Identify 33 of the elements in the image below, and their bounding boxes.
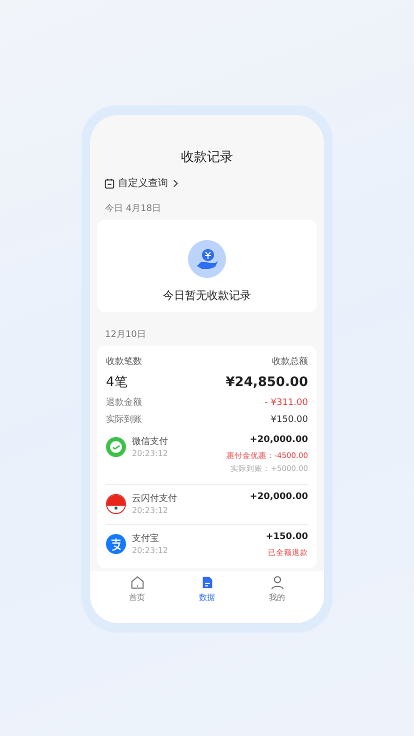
count-value: 4笔 — [106, 374, 128, 391]
payment-amount: +150.00 — [266, 532, 308, 544]
refund-amount: - ¥311.00 — [264, 398, 308, 408]
payment-method: 支付宝 — [132, 532, 160, 546]
page-title: 收款记录 — [180, 149, 234, 166]
house-icon — [130, 575, 144, 590]
payment-time: 20:23:12 — [132, 449, 169, 458]
total-label: 收款总额 — [272, 356, 308, 368]
payment-time: 20:23:12 — [132, 506, 169, 515]
net-amount: ¥150.00 — [270, 414, 308, 424]
payment-amount: +20,000.00 — [248, 435, 308, 447]
total-amount: ¥24,850.00 — [226, 374, 308, 390]
count-label: 收款笔数 — [106, 356, 142, 368]
payment-amount: +20,000.00 — [250, 492, 308, 504]
pay-glyph-icon — [106, 534, 126, 554]
tab-item[interactable]: 我的 — [257, 573, 297, 605]
net-label: 实际到账 — [106, 414, 142, 426]
calendar-icon — [104, 178, 115, 188]
custom-query-link[interactable]: 自定义查询 — [104, 176, 178, 190]
payment-logo-icon — [106, 494, 126, 514]
payment-method: 微信支付 — [132, 436, 169, 449]
tab-item[interactable]: 首页 — [117, 573, 157, 605]
chat-bubble-icon — [106, 437, 126, 457]
payment-time: 20:23:12 — [132, 546, 169, 555]
coin-in-hand-icon — [188, 240, 226, 278]
refund-label: 退款金额 — [106, 396, 142, 409]
person-icon — [270, 575, 284, 590]
tab-item[interactable]: 数据 — [187, 573, 227, 605]
payment-method: 云闪付支付 — [132, 492, 178, 506]
date-label: 12月10日 — [105, 329, 147, 340]
date-label: 今日 4月18日 — [105, 202, 162, 214]
empty-message: 今日暂无收款记录 — [163, 288, 251, 303]
chevron-right-icon — [173, 178, 178, 188]
